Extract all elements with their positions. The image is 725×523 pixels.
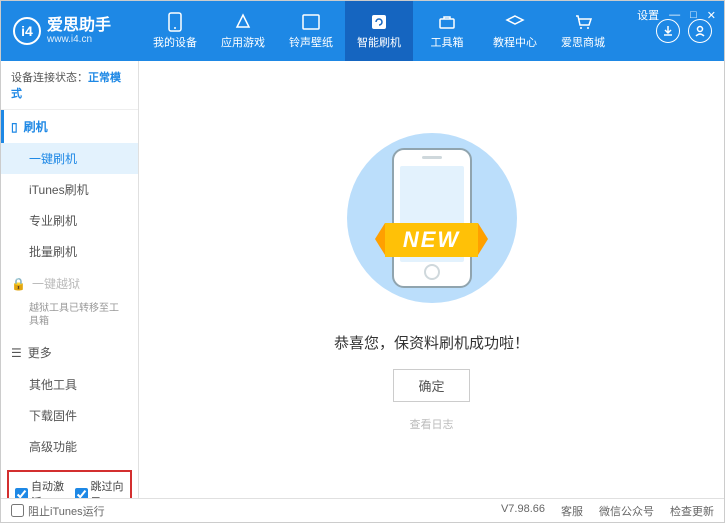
lock-icon: 🔒 [11, 277, 26, 291]
success-message: 恭喜您，保资料刷机成功啦！ [334, 332, 529, 353]
service-link[interactable]: 客服 [561, 503, 583, 519]
maximize-icon[interactable]: □ [690, 9, 697, 21]
sidebar-item-pro-flash[interactable]: 专业刷机 [1, 205, 138, 236]
sidebar-item-other-tools[interactable]: 其他工具 [1, 369, 138, 400]
titlebar: i4 爱思助手 www.i4.cn 我的设备 应用游戏 铃声壁纸 智能刷机 工具… [1, 1, 724, 61]
connection-status: 设备连接状态：正常模式 [1, 61, 138, 110]
menu-icon: ☰ [11, 346, 22, 360]
refresh-icon [369, 12, 389, 32]
sidebar-section-jailbreak: 🔒 一键越狱 [1, 267, 138, 300]
new-banner: NEW [385, 223, 478, 257]
nav-toolbox[interactable]: 工具箱 [413, 1, 481, 61]
app-url: www.i4.cn [47, 34, 111, 45]
close-icon[interactable]: ✕ [707, 9, 716, 22]
sidebar-item-advanced[interactable]: 高级功能 [1, 431, 138, 462]
sidebar-item-oneclick-flash[interactable]: 一键刷机 [1, 143, 138, 174]
nav-label: 我的设备 [153, 34, 197, 50]
logo-icon: i4 [13, 17, 41, 45]
cart-icon [573, 12, 593, 32]
confirm-button[interactable]: 确定 [393, 369, 469, 402]
wechat-link[interactable]: 微信公众号 [599, 503, 654, 519]
phone-icon [165, 12, 185, 32]
nav-my-device[interactable]: 我的设备 [141, 1, 209, 61]
sidebar: 设备连接状态：正常模式 ▯ 刷机 一键刷机 iTunes刷机 专业刷机 批量刷机… [1, 61, 139, 498]
statusbar: 阻止iTunes运行 V7.98.66 客服 微信公众号 检查更新 [1, 498, 724, 522]
nav-label: 工具箱 [431, 34, 464, 50]
nav-store[interactable]: 爱思商城 [549, 1, 617, 61]
options-highlight-box: 自动激活 跳过向导 [7, 470, 132, 498]
logo-area: i4 爱思助手 www.i4.cn [1, 17, 141, 45]
nav-label: 应用游戏 [221, 34, 265, 50]
nav-ringtone[interactable]: 铃声壁纸 [277, 1, 345, 61]
phone-icon: ▯ [11, 120, 18, 134]
apps-icon [233, 12, 253, 32]
graduation-icon [505, 12, 525, 32]
update-link[interactable]: 检查更新 [670, 503, 714, 519]
success-illustration: NEW [342, 128, 522, 308]
nav-tutorial[interactable]: 教程中心 [481, 1, 549, 61]
view-log-link[interactable]: 查看日志 [410, 416, 454, 432]
toolbox-icon [437, 12, 457, 32]
sidebar-section-more[interactable]: ☰ 更多 [1, 336, 138, 369]
window-controls: 设置 — □ ✕ [637, 7, 716, 23]
jailbreak-note: 越狱工具已转移至工具箱 [1, 300, 138, 336]
settings-link[interactable]: 设置 [637, 7, 659, 23]
nav-flash[interactable]: 智能刷机 [345, 1, 413, 61]
nav-label: 铃声壁纸 [289, 34, 333, 50]
nav-apps[interactable]: 应用游戏 [209, 1, 277, 61]
app-name: 爱思助手 [47, 18, 111, 34]
minimize-icon[interactable]: — [669, 9, 680, 21]
sidebar-section-flash[interactable]: ▯ 刷机 [1, 110, 138, 143]
nav-label: 爱思商城 [561, 34, 605, 50]
sidebar-item-batch-flash[interactable]: 批量刷机 [1, 236, 138, 267]
block-itunes-checkbox[interactable]: 阻止iTunes运行 [11, 503, 105, 519]
version-label: V7.98.66 [501, 503, 545, 519]
wallpaper-icon [301, 12, 321, 32]
sidebar-item-itunes-flash[interactable]: iTunes刷机 [1, 174, 138, 205]
main-nav: 我的设备 应用游戏 铃声壁纸 智能刷机 工具箱 教程中心 爱思商城 [141, 1, 648, 61]
skip-guide-checkbox[interactable]: 跳过向导 [75, 478, 125, 498]
nav-label: 教程中心 [493, 34, 537, 50]
auto-activate-checkbox[interactable]: 自动激活 [15, 478, 65, 498]
sidebar-item-download-firmware[interactable]: 下载固件 [1, 400, 138, 431]
nav-label: 智能刷机 [357, 34, 401, 50]
main-content: NEW 恭喜您，保资料刷机成功啦！ 确定 查看日志 [139, 61, 724, 498]
